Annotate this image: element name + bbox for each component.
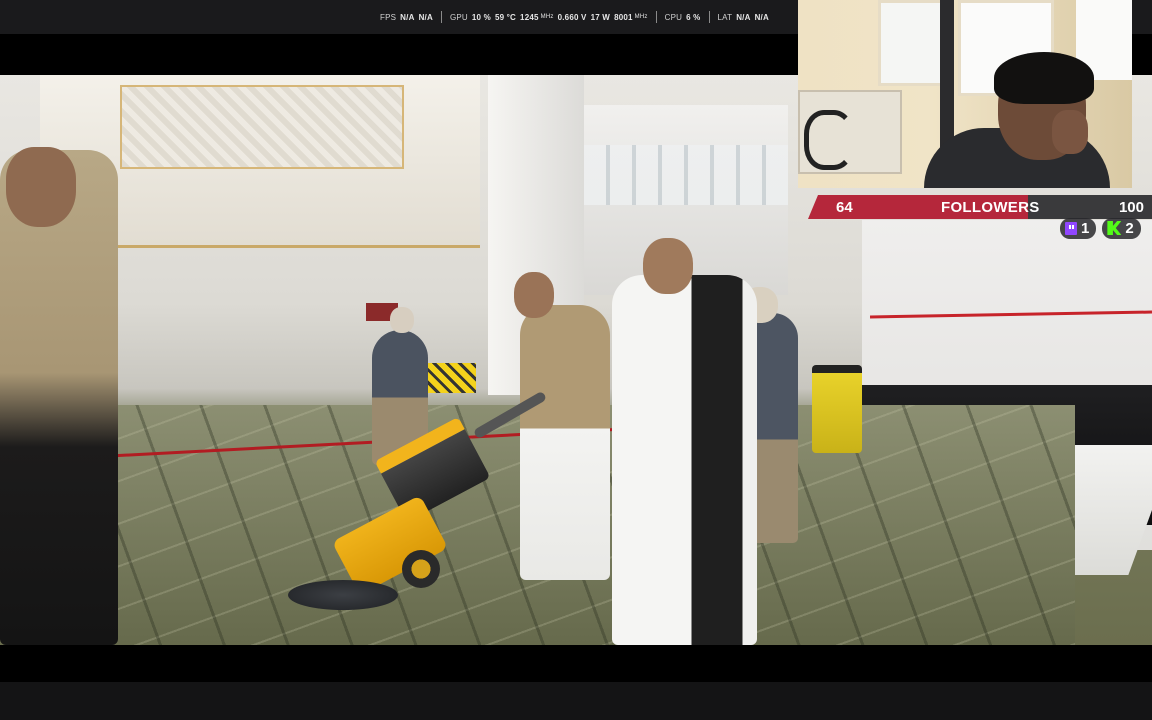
chair (804, 110, 854, 170)
platform-viewer-badges: 1 2 (1060, 217, 1141, 239)
twitch-badge: 1 (1060, 217, 1097, 239)
stat-divider (440, 11, 442, 23)
stream-screen: FPS N/A N/A GPU 10 % 59 °C 1245 MHz 0.66… (0, 0, 1152, 720)
twitch-icon (1065, 221, 1077, 235)
kick-count: 2 (1125, 219, 1134, 237)
cleaning-cart (812, 365, 862, 453)
room-window (878, 0, 944, 86)
follower-goal-label: FOLLOWERS (941, 199, 1040, 216)
fps-stat: FPS N/A N/A (380, 13, 433, 22)
gpu-clock: 1245 (520, 12, 539, 22)
man-in-thobe-head (643, 238, 693, 294)
follower-current-count: 64 (836, 199, 853, 216)
follower-goal-target: 100 (1118, 199, 1144, 216)
gpu-mem-clock: 8001 (614, 12, 633, 22)
fps-value-secondary: N/A (418, 12, 433, 22)
cpu-label: CPU (664, 12, 683, 22)
lat-label: LAT (717, 12, 733, 22)
cpu-usage: 6 % (686, 12, 701, 22)
bottom-bar (0, 682, 1152, 720)
ceiling-pattern (120, 85, 404, 169)
lat-value: N/A (736, 12, 751, 22)
performance-stats: FPS N/A N/A GPU 10 % 59 °C 1245 MHz 0.66… (380, 10, 769, 24)
man-operating-machine-head (514, 272, 554, 318)
man-in-thobe (612, 275, 757, 645)
gpu-mem-unit: MHz (634, 14, 648, 20)
gpu-clock-unit: MHz (540, 14, 554, 20)
gpu-label: GPU (449, 12, 468, 22)
gpu-power: 17 W (590, 12, 611, 22)
cpu-stat: CPU 6 % (665, 13, 701, 22)
fps-label: FPS (380, 12, 397, 22)
gpu-stat: GPU 10 % 59 °C 1245 MHz 0.660 V 17 W 800… (450, 13, 648, 22)
yellow-barrier (428, 363, 476, 393)
streamer-hair (994, 52, 1094, 104)
stat-divider (708, 11, 710, 23)
stat-divider (655, 11, 657, 23)
man-left-foreground (0, 150, 118, 645)
machine-wheel (402, 550, 440, 588)
gpu-usage: 10 % (471, 12, 491, 22)
scrubber-pad (288, 580, 398, 610)
kick-badge: 2 (1102, 217, 1141, 239)
latency-stat: LAT N/A N/A (718, 13, 769, 22)
webcam-overlay (798, 0, 1132, 188)
gpu-voltage: 0.660 V (557, 12, 587, 22)
man-left-foreground-head (6, 147, 76, 227)
lat-value-secondary: N/A (754, 12, 769, 22)
worker-background-head (390, 307, 414, 333)
fps-value: N/A (400, 12, 415, 22)
gpu-temp: 59 °C (494, 12, 517, 22)
twitch-count: 1 (1081, 219, 1090, 237)
man-operating-machine (520, 305, 610, 580)
follower-goal-bar: 64 FOLLOWERS 100 (808, 195, 1152, 219)
kick-icon (1107, 221, 1122, 235)
streamer-hand (1052, 110, 1088, 154)
